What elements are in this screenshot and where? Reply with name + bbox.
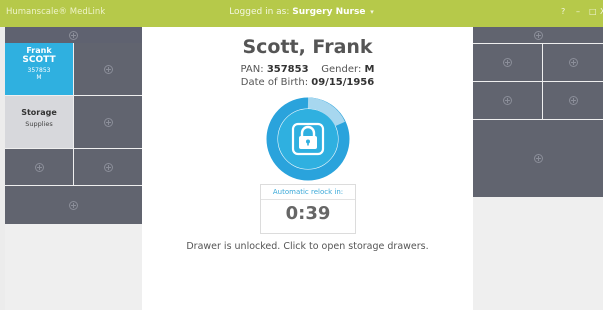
plus-circle-icon [533, 30, 543, 40]
drawer-cell[interactable] [5, 149, 73, 185]
page-title: Scott, Frank [242, 36, 373, 58]
pan-label: PAN: [240, 64, 264, 75]
right-drawer-panel [473, 27, 603, 310]
plus-circle-icon [533, 154, 543, 163]
status-message[interactable]: Drawer is unlocked. Click to open storag… [142, 241, 473, 252]
patient-gender: M [36, 74, 42, 81]
plus-circle-icon [103, 64, 113, 74]
plus-circle-icon [69, 30, 78, 40]
gender-label: Gender: [321, 64, 362, 75]
drawer-cell[interactable] [473, 82, 542, 119]
minimize-button[interactable]: – [576, 7, 580, 16]
user-menu[interactable]: Surgery Nurse [292, 7, 365, 17]
plus-circle-icon [34, 162, 44, 172]
login-status: Logged in as: Surgery Nurse ▾ [0, 7, 603, 17]
drawer-top-strip[interactable] [473, 27, 603, 43]
left-drawer-panel: Frank SCOTT 357853 M Storage Supplies [5, 27, 142, 310]
plus-circle-icon [503, 58, 512, 67]
drawer-cell[interactable] [74, 96, 142, 148]
drawer-cell[interactable] [543, 82, 603, 119]
relock-timer: 0:39 [285, 203, 331, 224]
plus-circle-icon [103, 162, 113, 172]
drawer-cell[interactable] [74, 43, 142, 95]
storage-name: Storage [21, 108, 57, 117]
pan-gender-line: PAN: 357853 Gender: M [142, 64, 473, 75]
title-bar: Humanscale® MedLink Logged in as: Surger… [0, 0, 603, 27]
patient-last-name: SCOTT [22, 55, 56, 65]
plus-circle-icon [69, 200, 78, 210]
plus-circle-icon [568, 96, 578, 105]
unlock-drawer-button[interactable] [265, 96, 351, 182]
logged-in-label: Logged in as: [229, 7, 290, 17]
drawer-cell[interactable] [473, 44, 542, 81]
pan-value: 357853 [266, 64, 309, 75]
gender-value: M [364, 64, 375, 75]
plus-circle-icon [103, 117, 113, 127]
drawer-cell-large[interactable] [473, 120, 603, 197]
patient-detail-panel: Scott, Frank PAN: 357853 Gender: M Date … [142, 27, 473, 310]
dob-line: Date of Birth: 09/15/1956 [142, 77, 473, 88]
help-button[interactable]: ? [561, 7, 565, 16]
drawer-cell[interactable] [74, 149, 142, 185]
plus-circle-icon [568, 58, 578, 67]
storage-sub: Supplies [25, 120, 53, 128]
drawer-top-strip[interactable] [5, 27, 142, 43]
patient-pan: 357853 [27, 67, 51, 74]
relock-label: Automatic relock in: [261, 185, 355, 200]
patient-first-name: Frank [26, 46, 52, 55]
dob-value: 09/15/1956 [311, 77, 375, 88]
relock-countdown: Automatic relock in: 0:39 [260, 184, 356, 234]
chevron-down-icon[interactable]: ▾ [370, 8, 374, 16]
patient-drawer[interactable]: Frank SCOTT 357853 M [5, 43, 73, 95]
plus-circle-icon [503, 96, 512, 105]
drawer-cell[interactable] [543, 44, 603, 81]
storage-drawer[interactable]: Storage Supplies [5, 96, 73, 148]
maximize-button[interactable]: □ [589, 7, 597, 16]
drawer-cell-wide[interactable] [5, 186, 142, 224]
dob-label: Date of Birth: [240, 77, 309, 88]
